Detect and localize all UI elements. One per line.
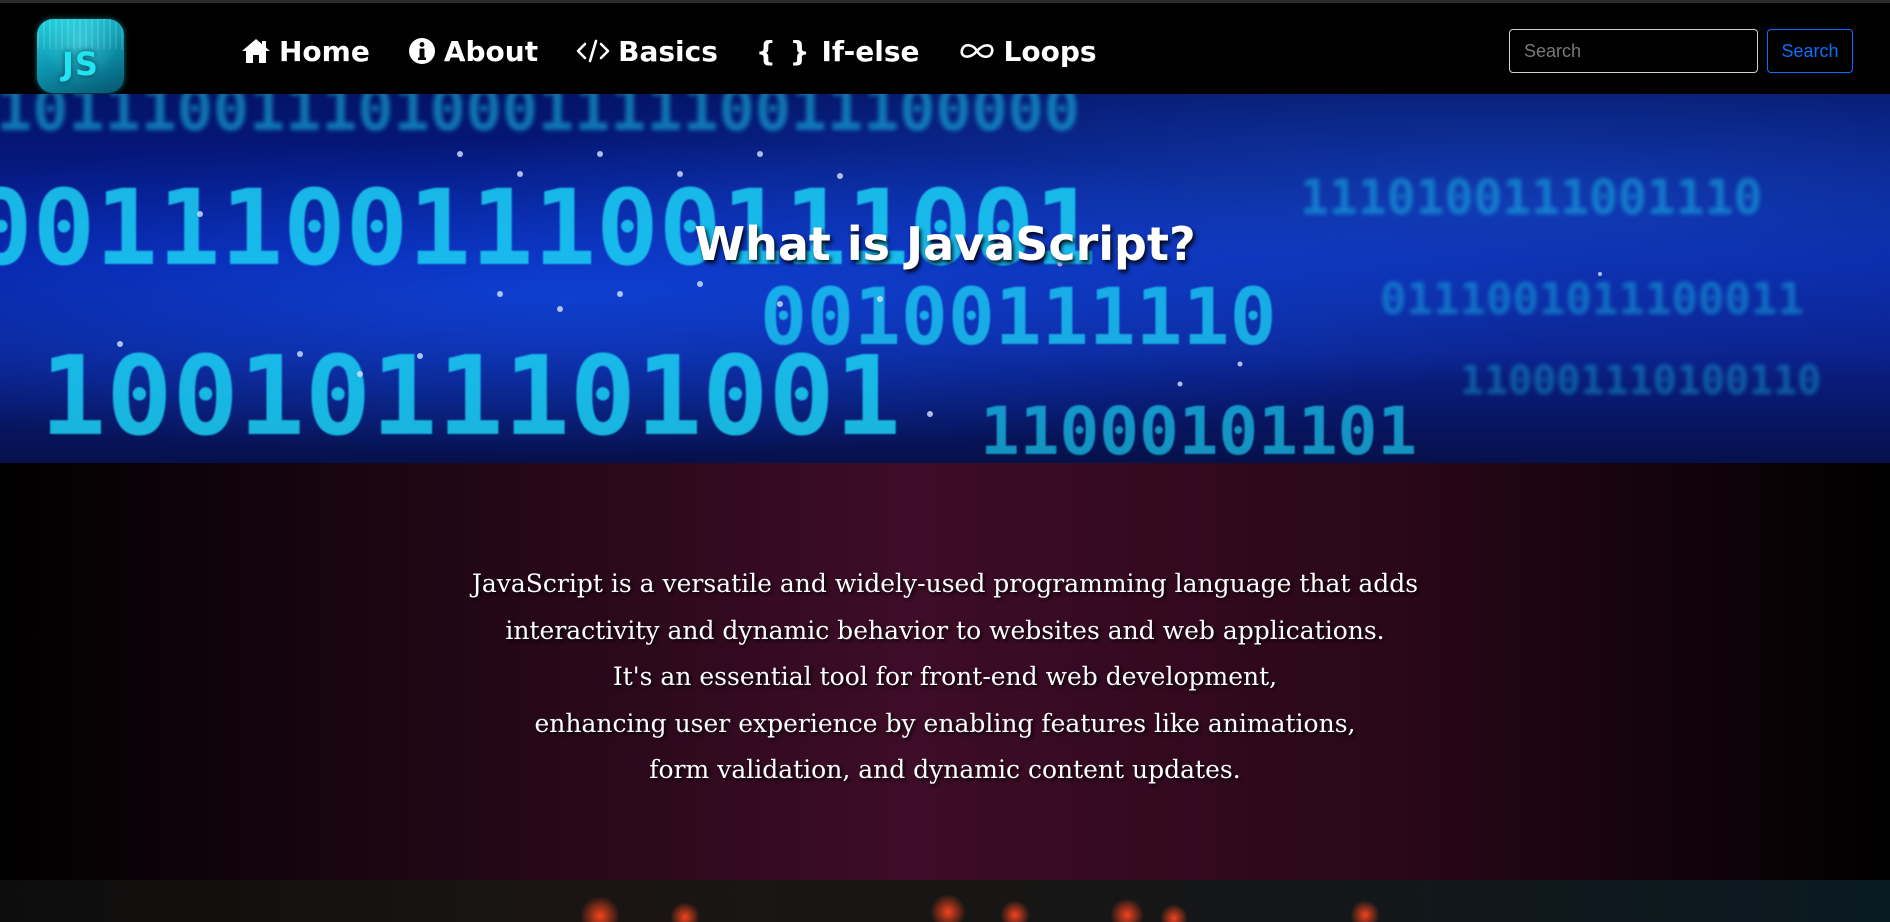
nav-item-home[interactable]: Home (241, 35, 370, 68)
house-icon (241, 36, 271, 66)
nav-item-label: Home (279, 34, 370, 68)
nav-item-label: About (443, 34, 539, 68)
about-paragraph: JavaScript is a versatile and widely-use… (0, 561, 1890, 794)
js-logo[interactable]: JS (37, 19, 124, 93)
about-section: JavaScript is a versatile and widely-use… (0, 463, 1890, 880)
hero-banner: 1101110011101000111110011100000 00111001… (0, 94, 1890, 463)
bokeh-light (930, 894, 966, 922)
hero-title: What is JavaScript? (694, 216, 1196, 271)
search-button[interactable]: Search (1767, 29, 1853, 73)
bokeh-light (1160, 904, 1188, 922)
svg-text:110001110100110: 110001110100110 (1460, 358, 1821, 404)
about-line: enhancing user experience by enabling fe… (534, 708, 1356, 738)
bokeh-light (580, 896, 620, 922)
nav-item-basics[interactable]: Basics (576, 35, 718, 68)
nav-item-if-else[interactable]: { } If-else (756, 35, 920, 68)
bokeh-light (1000, 900, 1030, 922)
braces-icon: { } (755, 34, 812, 68)
about-line: JavaScript is a versatile and widely-use… (471, 569, 1419, 598)
nav-item-label: If-else (821, 34, 920, 68)
nav-item-label: Basics (618, 34, 718, 68)
next-section-banner (0, 880, 1890, 922)
svg-text:110111001110100011111001110000: 1101110011101000111110011100000 (0, 94, 1080, 145)
nav-item-about[interactable]: About (408, 35, 538, 68)
svg-text:11000101101: 11000101101 (980, 393, 1417, 463)
bokeh-light (670, 902, 700, 922)
binary-background: 1101110011101000111110011100000 00111001… (0, 94, 1821, 463)
svg-text:00100111110: 00100111110 (760, 273, 1277, 363)
nav-links: Home About Basics {} If-else Loops (241, 29, 1135, 73)
about-line: interactivity and dynamic behavior to we… (505, 615, 1385, 645)
nav-item-loops[interactable]: Loops (958, 35, 1097, 68)
about-line: It's an essential tool for front-end web… (612, 662, 1278, 691)
about-line: form validation, and dynamic content upd… (649, 755, 1241, 784)
navbar: JS Home About Basics {} If-else Loops S… (0, 0, 1890, 94)
search-input[interactable] (1509, 29, 1758, 73)
bokeh-light (1110, 898, 1144, 922)
info-circle-icon (408, 36, 436, 66)
bokeh-light (1350, 900, 1380, 922)
infinity-icon (958, 36, 996, 66)
nav-item-label: Loops (1003, 34, 1097, 68)
svg-text:0111001011100011: 0111001011100011 (1380, 274, 1804, 325)
logo-text: JS (62, 45, 99, 83)
code-slash-icon (576, 36, 610, 66)
